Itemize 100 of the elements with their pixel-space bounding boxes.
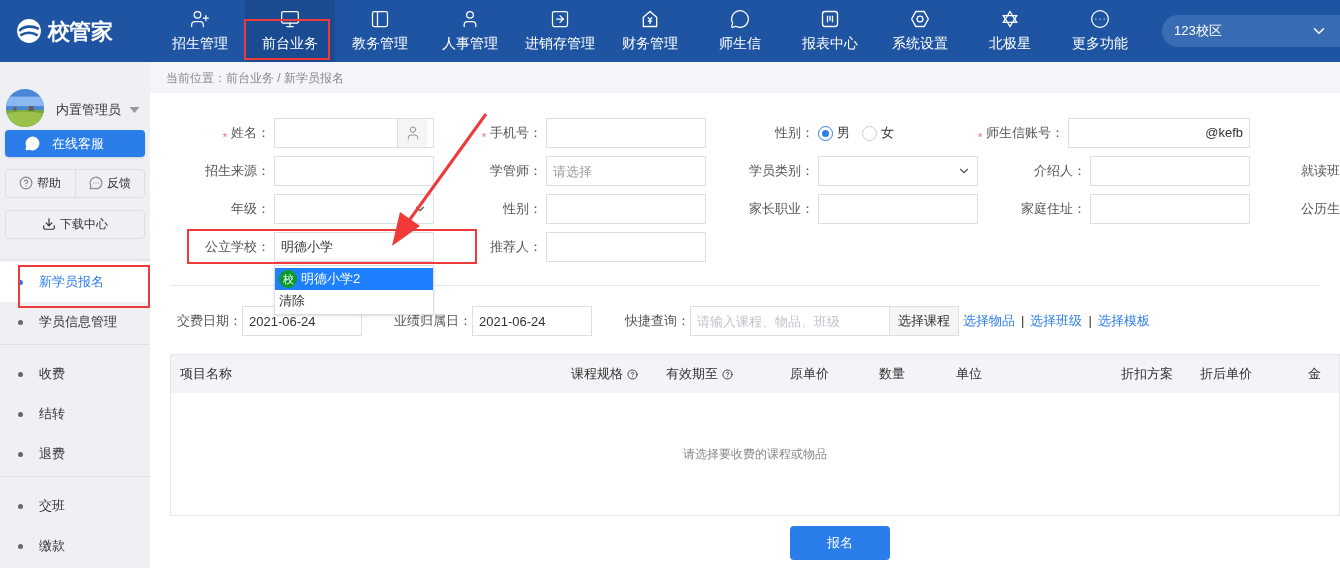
submit-button[interactable]: 报名	[790, 526, 890, 560]
dropdown-caret-icon[interactable]	[129, 106, 140, 113]
column-header: 折后单价	[1199, 365, 1254, 384]
required-mark: *	[978, 129, 983, 145]
nav-tab[interactable]: 教务管理	[335, 0, 425, 62]
input-field[interactable]	[818, 194, 978, 224]
input-field[interactable]: 请选择	[546, 156, 706, 186]
chat-icon	[25, 135, 40, 151]
field-label: 推荐人：	[490, 238, 542, 257]
help-icon	[627, 368, 639, 380]
hexagram-icon	[1000, 8, 1020, 29]
column-header: 原单价	[788, 365, 830, 384]
logo-text: 校管家	[48, 17, 113, 46]
help-button[interactable]: 帮助	[6, 169, 76, 197]
select-field[interactable]	[274, 194, 434, 224]
column-header: 课程规格	[562, 364, 657, 384]
sidebar-menu-item[interactable]: 新学员报名	[0, 262, 150, 302]
date-field[interactable]: 2021-06-24	[242, 306, 362, 336]
nav-tab[interactable]: 北极星	[965, 0, 1055, 62]
monitor-icon	[280, 8, 300, 29]
nav-tab[interactable]: 进销存管理	[515, 0, 605, 62]
search-field[interactable]: 请输入课程、物品、班级	[690, 306, 890, 336]
input-field[interactable]	[274, 156, 434, 186]
panel-icon	[370, 8, 390, 29]
user-name[interactable]: 内置管理员	[56, 100, 121, 120]
sidebar-menu-item[interactable]: 收费	[0, 354, 150, 394]
field-label: 就读班	[1301, 162, 1340, 181]
select-field[interactable]	[818, 156, 978, 186]
account-field[interactable]: @kefb	[1068, 118, 1250, 148]
nav-tab[interactable]: 报表中心	[785, 0, 875, 62]
hexagon-icon	[910, 8, 930, 29]
nav-tab[interactable]: 前台业务	[245, 0, 335, 62]
nav-tab[interactable]: 师生信	[695, 0, 785, 62]
required-mark: *	[222, 129, 227, 145]
school-badge: 校	[279, 270, 297, 288]
feedback-button[interactable]: 反馈	[75, 169, 144, 197]
field-label: 公历生	[1301, 200, 1340, 219]
field-label: 公立学校：	[205, 238, 270, 257]
radio-option[interactable]: 男	[818, 123, 850, 143]
input-field[interactable]	[546, 232, 706, 262]
user-plus-icon	[190, 8, 210, 29]
nav-tab[interactable]: 财务管理	[605, 0, 695, 62]
nav-tab[interactable]: 系统设置	[875, 0, 965, 62]
account-suffix: @kefb	[1205, 124, 1243, 143]
house-yen-icon	[640, 8, 660, 29]
field-label: 介绍人：	[1034, 162, 1086, 181]
sidebar-menu-item[interactable]: 结转	[0, 394, 150, 434]
field-label: 家庭住址：	[1021, 200, 1086, 219]
column-header: 有效期至	[656, 364, 781, 384]
text-link[interactable]: 选择模板	[1097, 311, 1150, 331]
input-field[interactable]	[546, 118, 706, 148]
nav-tab[interactable]: 更多功能	[1055, 0, 1145, 62]
help-icon	[19, 176, 34, 191]
field-label: 学管师：	[490, 162, 542, 181]
download-icon	[42, 217, 56, 232]
dropdown-option[interactable]: 校 明德小学2	[275, 268, 433, 290]
column-header: 项目名称	[179, 365, 233, 384]
download-center-button[interactable]: 下载中心	[5, 210, 145, 239]
required-mark: *	[481, 129, 486, 145]
sidebar-menu-item[interactable]: 学员信息管理	[0, 302, 150, 342]
field-label: 姓名：	[231, 124, 270, 143]
field-label: 快捷查询：	[625, 312, 690, 331]
name-field[interactable]	[274, 118, 434, 148]
arrow-square-icon	[550, 8, 570, 29]
empty-message: 请选择要收费的课程或物品	[683, 446, 827, 463]
field-label: 学员类别：	[749, 162, 814, 181]
bar-chart-icon	[820, 8, 840, 29]
online-service-button[interactable]: 在线客服	[5, 129, 145, 157]
input-field[interactable]	[1090, 156, 1250, 186]
field-label: 性别：	[503, 200, 542, 219]
text-link[interactable]: 选择班级	[1030, 311, 1083, 331]
nav-tab[interactable]: 招生管理	[155, 0, 245, 62]
ellipsis-icon	[1090, 8, 1110, 29]
column-header: 单位	[955, 365, 984, 384]
contacts-icon[interactable]	[397, 119, 427, 147]
sidebar-menu-item[interactable]: 退费	[0, 434, 150, 474]
field-label: 性别：	[775, 124, 814, 143]
breadcrumb: 当前位置：前台业务 / 新学员报名	[166, 69, 344, 87]
help-icon	[721, 368, 733, 380]
input-field[interactable]	[1090, 194, 1250, 224]
date-field[interactable]: 2021-06-24	[472, 306, 592, 336]
campus-select[interactable]: 123校区	[1162, 15, 1340, 47]
column-header: 折扣方案	[1119, 365, 1174, 384]
nav-tab[interactable]: 人事管理	[425, 0, 515, 62]
input-field[interactable]	[546, 194, 706, 224]
field-label: 业绩归属日：	[394, 312, 472, 331]
select-course-button[interactable]: 选择课程	[890, 306, 959, 336]
logo-icon	[16, 18, 42, 44]
field-label: 师生信账号：	[986, 124, 1065, 143]
input-field[interactable]: 明德小学	[274, 232, 434, 262]
radio-option[interactable]: 女	[862, 123, 894, 143]
sidebar-menu-item[interactable]: 缴款	[0, 526, 150, 566]
field-label: 手机号：	[490, 124, 542, 143]
text-link[interactable]: 选择物品	[963, 311, 1015, 331]
separator: |	[1021, 312, 1025, 331]
field-label: 家长职业：	[749, 200, 814, 219]
column-header: 金	[1307, 365, 1323, 384]
sidebar-menu-item[interactable]: 交班	[0, 486, 150, 526]
chat-dots-icon	[88, 176, 103, 191]
field-label: 交费日期：	[177, 312, 242, 331]
